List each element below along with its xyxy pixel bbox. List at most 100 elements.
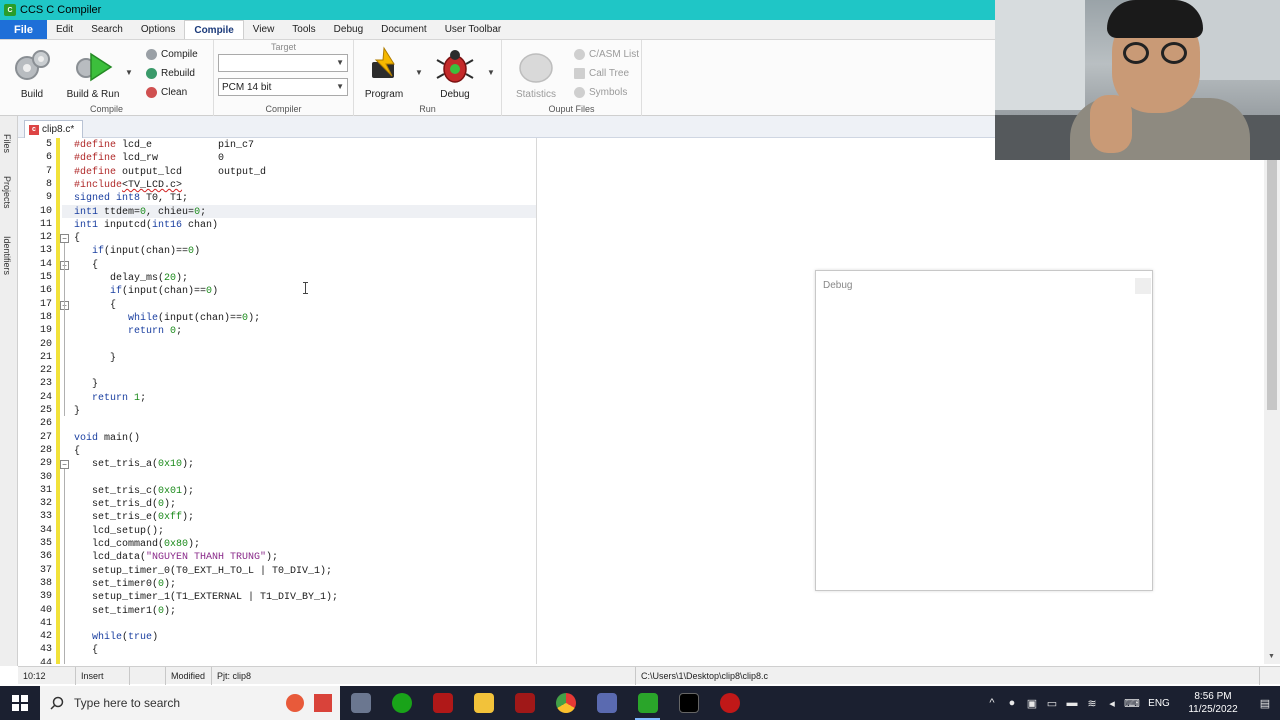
code-line[interactable]: while(input(chan)==0);	[74, 312, 260, 325]
menu-debug[interactable]: Debug	[325, 20, 372, 39]
scroll-down-icon[interactable]: ▼	[1268, 653, 1275, 660]
code-line[interactable]: #include<TV_LCD.c>	[74, 179, 182, 192]
line-number: 27	[39, 431, 52, 443]
compiler-select[interactable]: PCM 14 bit ▼	[218, 78, 348, 96]
scrollbar-thumb[interactable]	[1267, 160, 1277, 410]
code-line[interactable]: #define lcd_rw 0	[74, 152, 224, 165]
target-select[interactable]: ▼	[218, 54, 348, 72]
display-icon[interactable]: ▭	[1042, 697, 1062, 710]
menu-document[interactable]: Document	[372, 20, 436, 39]
code-line[interactable]: {	[74, 445, 80, 458]
debug-panel: Debug	[815, 270, 1153, 591]
code-line[interactable]: }	[74, 405, 80, 418]
taskbar-terminal[interactable]	[668, 686, 709, 720]
taskbar-app-7[interactable]	[586, 686, 627, 720]
code-line[interactable]: set_tris_a(0x10);	[74, 458, 194, 471]
taskbar-ccs-compiler[interactable]	[627, 686, 668, 720]
language-indicator[interactable]: ENG	[1142, 698, 1176, 709]
clock[interactable]: 8:56 PM 11/25/2022	[1176, 690, 1250, 716]
code-line[interactable]: set_tris_d(0);	[74, 498, 176, 511]
menu-view[interactable]: View	[244, 20, 284, 39]
code-line[interactable]: signed int8 T0, T1;	[74, 192, 188, 205]
taskbar-file-explorer[interactable]	[463, 686, 504, 720]
menu-search[interactable]: Search	[82, 20, 132, 39]
compile-button[interactable]: Compile	[146, 45, 198, 63]
code-line[interactable]: return 1;	[74, 392, 146, 405]
editor-vertical-scrollbar[interactable]: ▲ ▼	[1264, 138, 1280, 664]
menu-compile[interactable]: Compile	[184, 20, 244, 39]
statistics-button[interactable]: Statistics	[509, 46, 563, 100]
fold-toggle-icon[interactable]: −	[60, 460, 69, 470]
code-line[interactable]: lcd_command(0x80);	[74, 538, 200, 551]
menu-edit[interactable]: Edit	[47, 20, 82, 39]
rebuild-button[interactable]: Rebuild	[146, 64, 195, 82]
debug-button[interactable]: Debug	[428, 46, 482, 100]
code-line[interactable]: #define lcd_e pin_c7	[74, 139, 254, 152]
taskbar-app-1[interactable]	[340, 686, 381, 720]
tab-clip8[interactable]: c clip8.c*	[24, 120, 84, 138]
alarm-clock-icon	[286, 694, 304, 712]
code-line[interactable]: if(input(chan)==0)	[74, 245, 200, 258]
taskbar-chrome[interactable]	[545, 686, 586, 720]
code-line[interactable]: {	[74, 299, 116, 312]
wifi-icon[interactable]: ≋	[1082, 697, 1102, 710]
menu-options[interactable]: Options	[132, 20, 184, 39]
menu-file[interactable]: File	[0, 20, 47, 39]
files-tab[interactable]: Files	[2, 134, 12, 153]
code-line[interactable]: if(input(chan)==0)	[74, 285, 218, 298]
identifiers-tab[interactable]: Identifiers	[2, 236, 12, 275]
taskbar-xbox[interactable]	[381, 686, 422, 720]
keyboard-icon[interactable]: ⌨	[1122, 697, 1142, 710]
code-line[interactable]: #define output_lcd output_d	[74, 166, 266, 179]
windows-taskbar: Type here to search ^ ● ▣ ▭ ▬ ≋ ◂ ⌨ ENG	[0, 686, 1280, 720]
camera-icon[interactable]: ▣	[1022, 697, 1042, 710]
clean-button[interactable]: Clean	[146, 83, 187, 101]
taskbar-app-3[interactable]	[422, 686, 463, 720]
code-line[interactable]: set_timer1(0);	[74, 605, 176, 618]
code-line[interactable]: void main()	[74, 432, 140, 445]
debug-panel-close-button[interactable]	[1135, 278, 1151, 294]
projects-tab[interactable]: Projects	[2, 176, 12, 209]
taskbar-search-box[interactable]: Type here to search	[40, 686, 340, 720]
code-line[interactable]: lcd_setup();	[74, 525, 164, 538]
build-button[interactable]: Build	[5, 46, 59, 100]
casm-list-button[interactable]: C/ASM List	[574, 45, 639, 63]
code-line[interactable]: }	[74, 378, 98, 391]
code-line[interactable]: int1 ttdem=0, chieu=0;	[74, 206, 206, 219]
symbols-button[interactable]: Symbols	[574, 83, 627, 101]
code-line[interactable]: delay_ms(20);	[74, 272, 188, 285]
notification-icon[interactable]: ▤	[1250, 697, 1280, 710]
statistics-icon	[516, 46, 556, 86]
volume-icon[interactable]: ◂	[1102, 697, 1122, 710]
battery-icon[interactable]: ▬	[1062, 697, 1082, 709]
code-line[interactable]: return 0;	[74, 325, 182, 338]
start-button[interactable]	[0, 686, 40, 720]
code-line[interactable]: setup_timer_1(T1_EXTERNAL | T1_DIV_BY_1)…	[74, 591, 338, 604]
program-button[interactable]: Program	[357, 46, 411, 100]
code-line[interactable]: }	[74, 352, 116, 365]
fold-toggle-icon[interactable]: −	[60, 234, 69, 244]
code-line[interactable]: set_tris_c(0x01);	[74, 485, 194, 498]
taskbar-app-10[interactable]	[709, 686, 750, 720]
menu-tools[interactable]: Tools	[283, 20, 324, 39]
code-line[interactable]: int1 inputcd(int16 chan)	[74, 219, 218, 232]
menu-user-toolbar[interactable]: User Toolbar	[436, 20, 511, 39]
chevron-up-icon[interactable]: ^	[982, 697, 1002, 709]
build-run-dropdown-icon[interactable]: ▼	[125, 68, 133, 77]
code-line[interactable]: lcd_data("NGUYEN THANH TRUNG");	[74, 551, 278, 564]
code-line[interactable]: set_timer0(0);	[74, 578, 176, 591]
debug-dropdown-icon[interactable]: ▼	[487, 68, 495, 77]
code-line[interactable]: while(true)	[74, 631, 158, 644]
code-line[interactable]: {	[74, 644, 98, 657]
microphone-icon[interactable]: ●	[1002, 697, 1022, 709]
code-line[interactable]: {	[74, 259, 98, 272]
build-run-button[interactable]: Build & Run	[66, 46, 120, 100]
search-placeholder: Type here to search	[74, 696, 181, 710]
program-dropdown-icon[interactable]: ▼	[415, 68, 423, 77]
code-line[interactable]: set_tris_e(0xff);	[74, 511, 194, 524]
code-line[interactable]: setup_timer_0(T0_EXT_H_TO_L | T0_DIV_1);	[74, 565, 332, 578]
code-line[interactable]: {	[74, 232, 80, 245]
call-tree-button[interactable]: Call Tree	[574, 64, 629, 82]
taskbar-app-5[interactable]	[504, 686, 545, 720]
rebuild-label: Rebuild	[161, 67, 195, 79]
